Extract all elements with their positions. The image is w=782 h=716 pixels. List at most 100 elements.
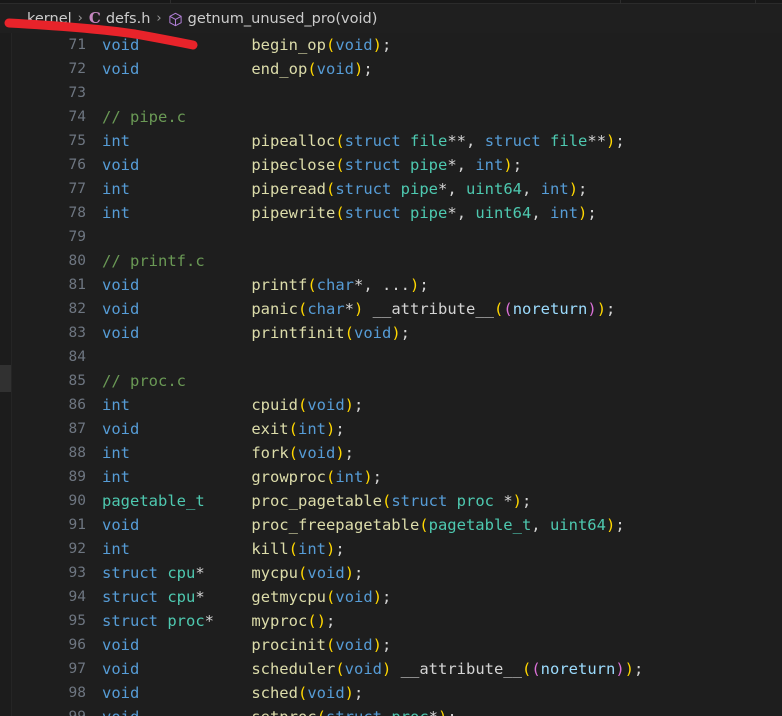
code-line[interactable]: 87 void exit(int); xyxy=(12,417,782,441)
line-text: void scheduler(void) __attribute__((nore… xyxy=(102,657,643,681)
code-token: ; xyxy=(587,204,597,222)
code-token: * xyxy=(438,180,448,198)
line-number: 89 xyxy=(68,469,86,485)
editor-overview-ruler[interactable] xyxy=(0,33,12,716)
code-token: ) xyxy=(354,300,364,318)
code-line[interactable]: 76 void pipeclose(struct pipe*, int); xyxy=(12,153,782,177)
code-token: pagetable_t xyxy=(428,516,532,534)
code-token: ** xyxy=(447,132,467,150)
overview-ruler-thumb[interactable] xyxy=(0,365,11,392)
code-token: ( xyxy=(307,60,317,78)
code-line[interactable]: 95 struct proc* myproc(); xyxy=(12,609,782,633)
code-line[interactable]: 80 // printf.c xyxy=(12,249,782,273)
code-token: struct xyxy=(102,588,158,606)
code-line[interactable]: 73 xyxy=(12,81,782,105)
code-line[interactable]: 90 pagetable_t proc_pagetable(struct proc… xyxy=(12,489,782,513)
code-token: setproc xyxy=(251,708,316,716)
code-line[interactable]: 98 void sched(void); xyxy=(12,681,782,705)
breadcrumb-item-defs-h[interactable]: C defs.h xyxy=(89,11,151,27)
line-number: 95 xyxy=(68,613,86,629)
line-text: pagetable_t proc_pagetable(struct proc *… xyxy=(102,489,531,513)
code-line[interactable]: 83 void printfinit(void); xyxy=(12,321,782,345)
code-token: ) xyxy=(503,156,513,174)
code-token: ; xyxy=(354,396,364,414)
line-text: void sched(void); xyxy=(102,681,363,705)
line-text: void pipeclose(struct pipe*, int); xyxy=(102,153,522,177)
line-text: int piperead(struct pipe*, uint64, int); xyxy=(102,177,587,201)
code-token: // pipe.c xyxy=(102,108,186,126)
code-line[interactable]: 75 int pipealloc(struct file**, struct fi… xyxy=(12,129,782,153)
line-number: 93 xyxy=(68,565,86,581)
code-token: proc xyxy=(456,492,494,510)
code-line[interactable]: 82 void panic(char*) __attribute__((noret… xyxy=(12,297,782,321)
code-line[interactable]: 93 struct cpu* mycpu(void); xyxy=(12,561,782,585)
line-number: 83 xyxy=(68,325,86,341)
code-token: ( xyxy=(381,492,392,510)
code-line[interactable]: 85 // proc.c xyxy=(12,369,782,393)
code-token: void xyxy=(316,60,354,78)
code-token: ( xyxy=(335,204,345,222)
code-token: ; xyxy=(447,708,456,716)
code-line[interactable]: 96 void procinit(void); xyxy=(12,633,782,657)
code-token: ; xyxy=(326,612,336,630)
code-line[interactable]: 92 int kill(int); xyxy=(12,537,782,561)
line-text: void exit(int); xyxy=(102,417,345,441)
code-line[interactable]: 89 int growproc(int); xyxy=(12,465,782,489)
code-line[interactable]: 91 void proc_freepagetable(pagetable_t, u… xyxy=(12,513,782,537)
line-text: struct cpu* getmycpu(void); xyxy=(102,585,391,609)
code-token: ; xyxy=(578,180,588,198)
code-editor[interactable]: 70 log_write(struct buf*); 71void begin_… xyxy=(0,33,782,716)
code-token: , xyxy=(456,156,476,174)
code-token: printfinit xyxy=(251,324,345,342)
breadcrumb-item-kernel[interactable]: kernel xyxy=(27,11,72,27)
line-text: int fork(void); xyxy=(102,441,354,465)
code-line[interactable]: 74 // pipe.c xyxy=(12,105,782,129)
code-token: ) xyxy=(381,660,392,678)
breadcrumb-item-symbol[interactable]: getnum_unused_pro(void) xyxy=(168,10,378,27)
code-token: void xyxy=(102,516,140,534)
line-number: 92 xyxy=(68,541,86,557)
code-token: char xyxy=(316,276,354,294)
code-token: proc_freepagetable xyxy=(251,516,420,534)
code-token: ( xyxy=(521,660,532,678)
code-line[interactable]: 94 struct cpu* getmycpu(void); xyxy=(12,585,782,609)
code-line[interactable]: 79 xyxy=(12,225,782,249)
line-text: void printf(char*, ...); xyxy=(102,273,429,297)
code-token: ) xyxy=(606,132,616,150)
code-content[interactable]: 71 void begin_op(void); 72 void end_op(void… xyxy=(12,33,782,716)
code-token: fork xyxy=(251,444,289,462)
code-token: , xyxy=(466,132,485,150)
code-token: * xyxy=(353,276,364,294)
code-line[interactable]: 88 int fork(void); xyxy=(12,441,782,465)
code-line[interactable]: 72 void end_op(void); xyxy=(12,57,782,81)
code-line[interactable]: 97 void scheduler(void) __attribute__((no… xyxy=(12,657,782,681)
line-number: 96 xyxy=(68,637,86,653)
code-token: ) xyxy=(512,492,523,510)
breadcrumb[interactable]: kernel › C defs.h › getnum_unused_pro(vo… xyxy=(0,4,782,33)
code-token: ) xyxy=(438,708,447,716)
code-line[interactable]: 71 void begin_op(void); xyxy=(12,33,782,57)
code-token: int xyxy=(550,204,579,222)
code-line[interactable]: 81 void printf(char*, ...); xyxy=(12,273,782,297)
code-line[interactable]: 78 int pipewrite(struct pipe*, uint64, in… xyxy=(12,201,782,225)
line-text: void proc_freepagetable(pagetable_t, uin… xyxy=(102,513,625,537)
code-token: void xyxy=(353,324,392,342)
code-line[interactable]: 99 void setproc(struct proc*); xyxy=(12,705,782,716)
code-token: getmycpu xyxy=(251,588,327,606)
code-token: void xyxy=(102,156,140,174)
line-number: 71 xyxy=(68,37,86,53)
line-number: 84 xyxy=(68,349,86,365)
code-token: ; xyxy=(381,36,392,54)
breadcrumb-label-symbol: getnum_unused_pro(void) xyxy=(187,10,378,27)
code-line[interactable]: 84 xyxy=(12,345,782,369)
code-line[interactable]: 86 int cpuid(void); xyxy=(12,393,782,417)
code-line[interactable]: 77 int piperead(struct pipe*, uint64, int… xyxy=(12,177,782,201)
